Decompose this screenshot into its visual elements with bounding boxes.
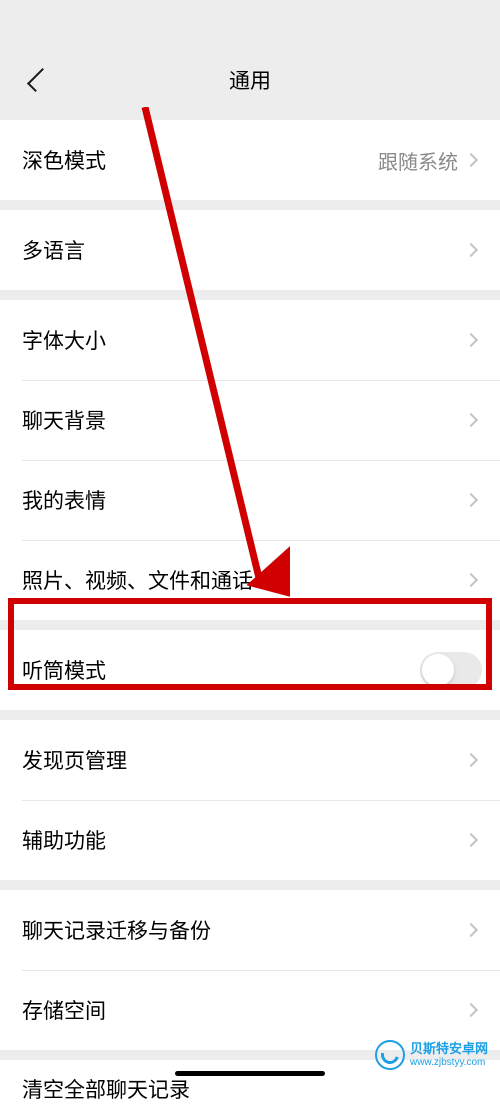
home-indicator [175, 1071, 325, 1076]
watermark-line1: 贝斯特安卓网 [410, 1042, 488, 1056]
row-label: 照片、视频、文件和通话 [22, 565, 466, 595]
chevron-right-icon [464, 333, 478, 347]
page-title: 通用 [229, 65, 271, 95]
row-storage[interactable]: 存储空间 [0, 970, 500, 1050]
row-label: 多语言 [22, 235, 466, 265]
row-discover-mgmt[interactable]: 发现页管理 [0, 720, 500, 800]
row-label: 深色模式 [22, 145, 378, 175]
watermark-icon [375, 1040, 405, 1070]
row-label: 我的表情 [22, 485, 466, 515]
row-label: 发现页管理 [22, 745, 466, 775]
group-appearance: 深色模式 跟随系统 [0, 120, 500, 200]
chevron-right-icon [464, 153, 478, 167]
row-media-files[interactable]: 照片、视频、文件和通话 [0, 540, 500, 620]
group-language: 多语言 [0, 210, 500, 290]
chevron-left-icon [27, 68, 51, 92]
chevron-right-icon [464, 573, 478, 587]
watermark: 贝斯特安卓网 www.zjbstyy.com [375, 1040, 488, 1070]
watermark-line2: www.zjbstyy.com [410, 1057, 488, 1068]
toggle-switch[interactable] [420, 652, 482, 688]
row-font-size[interactable]: 字体大小 [0, 300, 500, 380]
row-label: 字体大小 [22, 325, 466, 355]
row-label: 存储空间 [22, 995, 466, 1025]
row-chat-bg[interactable]: 聊天背景 [0, 380, 500, 460]
row-language[interactable]: 多语言 [0, 210, 500, 290]
chevron-right-icon [464, 1003, 478, 1017]
row-label: 听筒模式 [22, 655, 420, 685]
row-accessibility[interactable]: 辅助功能 [0, 800, 500, 880]
back-button[interactable] [22, 65, 52, 95]
group-storage: 聊天记录迁移与备份 存储空间 [0, 890, 500, 1050]
group-discover: 发现页管理 辅助功能 [0, 720, 500, 880]
watermark-text: 贝斯特安卓网 www.zjbstyy.com [410, 1042, 488, 1067]
chevron-right-icon [464, 413, 478, 427]
header: 通用 [0, 0, 500, 110]
row-label: 聊天背景 [22, 405, 466, 435]
row-value: 跟随系统 [378, 146, 458, 175]
row-label: 聊天记录迁移与备份 [22, 915, 466, 945]
chevron-right-icon [464, 493, 478, 507]
row-label: 清空全部聊天记录 [22, 1074, 480, 1104]
group-chat-settings: 字体大小 聊天背景 我的表情 照片、视频、文件和通话 [0, 300, 500, 620]
chevron-right-icon [464, 243, 478, 257]
group-earpiece: 听筒模式 [0, 630, 500, 710]
row-chat-migration[interactable]: 聊天记录迁移与备份 [0, 890, 500, 970]
row-earpiece-mode[interactable]: 听筒模式 [0, 630, 500, 710]
toggle-knob [422, 654, 454, 686]
row-label: 辅助功能 [22, 825, 466, 855]
chevron-right-icon [464, 833, 478, 847]
chevron-right-icon [464, 753, 478, 767]
chevron-right-icon [464, 923, 478, 937]
row-my-emoji[interactable]: 我的表情 [0, 460, 500, 540]
row-dark-mode[interactable]: 深色模式 跟随系统 [0, 120, 500, 200]
